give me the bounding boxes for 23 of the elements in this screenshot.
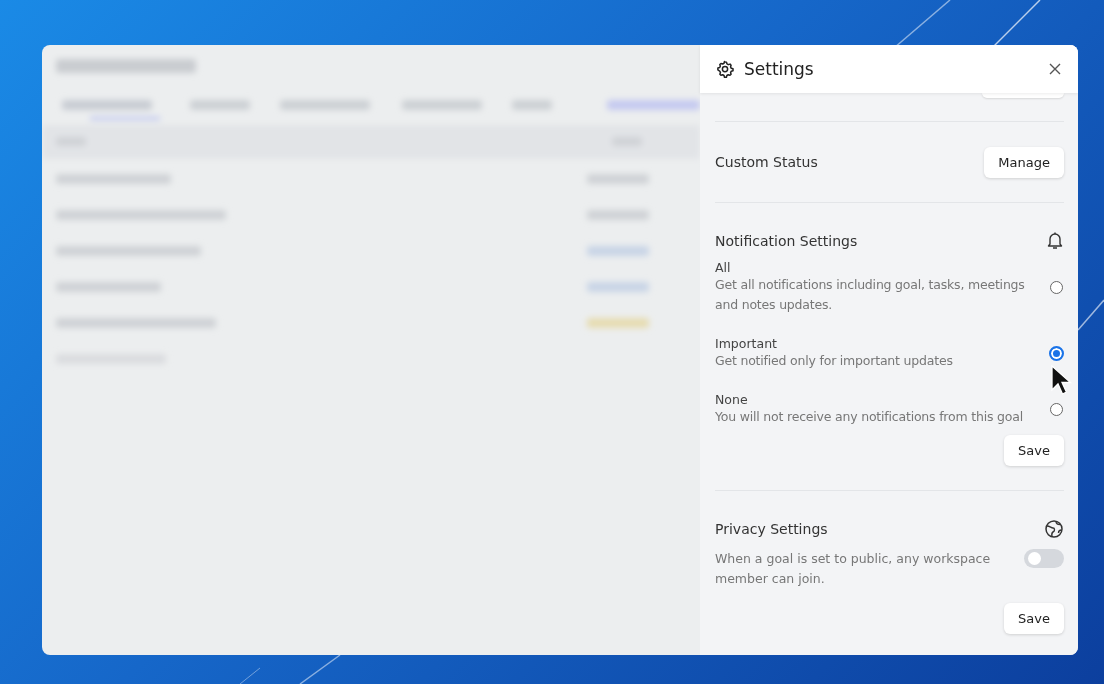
option-label: Important bbox=[715, 336, 778, 351]
bell-icon bbox=[1046, 231, 1064, 250]
save-button[interactable]: Save bbox=[1004, 435, 1064, 466]
save-button[interactable]: Save bbox=[1004, 603, 1064, 634]
option-label: None bbox=[715, 392, 749, 407]
radio-button[interactable] bbox=[1049, 346, 1064, 361]
settings-icon bbox=[716, 60, 734, 78]
manage-button[interactable]: Manage bbox=[984, 146, 1064, 178]
section-title: Custom Status bbox=[715, 154, 818, 170]
option-label: All bbox=[715, 260, 732, 275]
close-icon[interactable] bbox=[1048, 62, 1062, 76]
cursor-icon bbox=[1050, 365, 1074, 397]
privacy-description: When a goal is set to public, any workspace member can join. bbox=[715, 550, 992, 588]
radio-button[interactable] bbox=[1050, 281, 1063, 294]
option-description: You will not receive any notifications from this goal bbox=[715, 408, 1024, 426]
option-description: Get notified only for important updates bbox=[715, 352, 954, 370]
section-title: Notification Settings bbox=[715, 232, 858, 249]
globe-icon bbox=[1044, 519, 1064, 539]
toggle-switch[interactable] bbox=[1024, 549, 1064, 568]
panel-title: Settings bbox=[744, 59, 815, 79]
radio-button[interactable] bbox=[1050, 403, 1063, 416]
option-description: Get all notifications including goal, tasks, meetings and notes updates. bbox=[715, 276, 1026, 314]
section-title: Privacy Settings bbox=[715, 521, 828, 537]
